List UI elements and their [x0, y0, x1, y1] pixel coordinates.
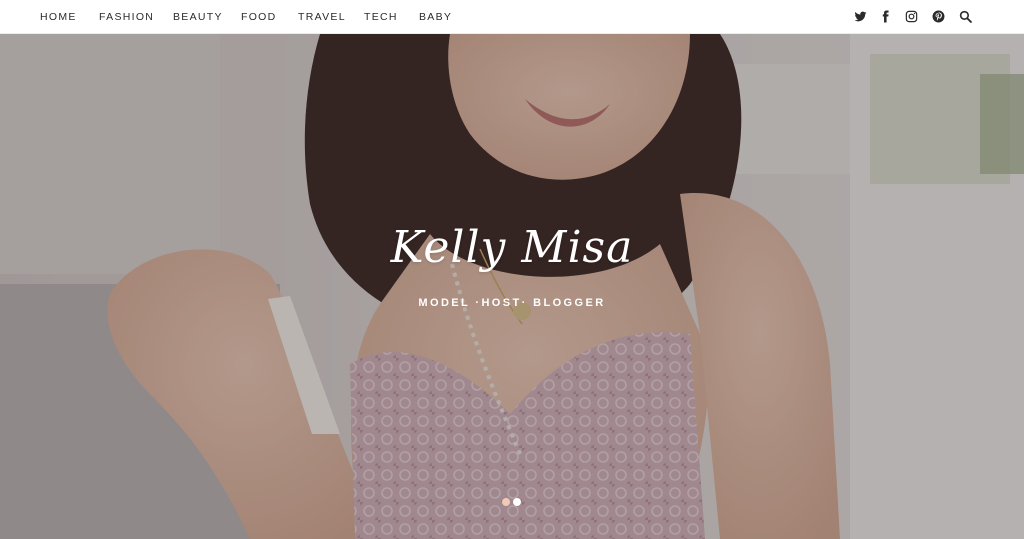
facebook-icon[interactable]: [878, 9, 892, 23]
site-tagline: MODEL ·HOST· BLOGGER: [418, 297, 606, 309]
slider-dot-2[interactable]: [513, 498, 521, 506]
menu-item-tech[interactable]: TECH: [364, 11, 398, 23]
menu-item-beauty[interactable]: BEAUTY: [173, 11, 223, 23]
search-icon[interactable]: [958, 9, 972, 23]
instagram-icon[interactable]: [904, 9, 918, 23]
menu-item-home[interactable]: HOME: [40, 11, 77, 23]
menu-item-food[interactable]: FOOD: [241, 11, 277, 23]
menu-item-travel[interactable]: TRAVEL: [298, 11, 346, 23]
menu-item-baby[interactable]: BABY: [419, 11, 452, 23]
hero-overlay: [0, 34, 1024, 539]
menu-item-fashion[interactable]: FASHION: [99, 11, 154, 23]
pinterest-icon[interactable]: [931, 9, 945, 23]
hero-slider: Kelly Misa MODEL ·HOST· BLOGGER: [0, 34, 1024, 539]
twitter-icon[interactable]: [853, 9, 867, 23]
site-title[interactable]: Kelly Misa: [0, 222, 1024, 273]
slider-dot-1[interactable]: [502, 498, 510, 506]
top-nav-bar: HOME FASHION BEAUTY FOOD TRAVEL TECH BAB…: [0, 0, 1024, 34]
